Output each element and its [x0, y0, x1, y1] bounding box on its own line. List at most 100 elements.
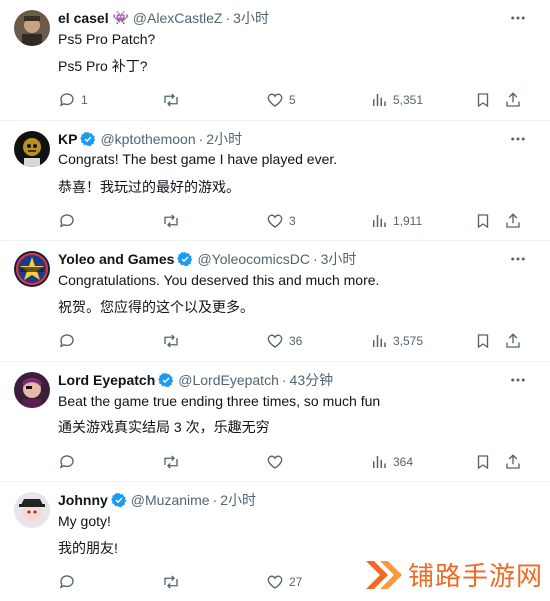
share-button[interactable] [504, 211, 522, 231]
view-count: 5,351 [393, 93, 424, 107]
more-options-icon[interactable] [508, 8, 528, 28]
verified-badge-icon [80, 131, 96, 147]
views-chart-icon [373, 94, 386, 106]
avatar[interactable] [14, 492, 50, 528]
share-button[interactable] [504, 331, 522, 351]
timestamp[interactable]: 43分钟 [290, 370, 334, 390]
like-button[interactable]: 3 [266, 211, 296, 231]
views-chart-icon [373, 335, 386, 347]
avatar[interactable] [14, 131, 50, 167]
reply-icon [59, 334, 74, 348]
views-button[interactable]: 5,351 [370, 90, 423, 110]
tweet-text-zh: 恭喜！我玩过的最好的游戏。 [58, 179, 240, 195]
bookmark-button[interactable] [474, 452, 492, 472]
reply-button[interactable]: 1 [58, 90, 88, 110]
separator: · [312, 251, 318, 267]
retweet-button[interactable] [162, 331, 180, 351]
tweet-actions: 3 1,911 [58, 211, 528, 231]
tweet-text-en: Congrats! The best game I have played ev… [58, 151, 338, 167]
tweet-text-zh: 通关游戏真实结局 3 次，乐趣无穷 [58, 419, 270, 435]
user-handle[interactable]: @AlexCastleZ [133, 10, 223, 26]
views-button[interactable]: 1,911 [370, 211, 422, 231]
tweet-text-zh: 我的朋友! [58, 540, 118, 556]
reply-count: 1 [81, 93, 88, 107]
reply-button[interactable] [58, 572, 81, 592]
views-button[interactable]: 364 [370, 452, 413, 472]
timestamp[interactable]: 3小时 [233, 8, 269, 28]
like-button[interactable] [266, 452, 289, 472]
retweet-button[interactable] [162, 211, 180, 231]
like-button[interactable]: 27 [266, 572, 302, 592]
separator: · [198, 131, 204, 147]
retweet-icon [164, 93, 178, 107]
retweet-button[interactable] [162, 452, 180, 472]
tweet-actions: 1 5 5,351 [58, 90, 528, 110]
views-button[interactable]: 3,575 [370, 331, 423, 351]
avatar[interactable] [14, 372, 50, 408]
user-handle[interactable]: @kptothemoon [100, 131, 195, 147]
reply-icon [59, 455, 74, 469]
reply-button[interactable] [58, 211, 81, 231]
heart-icon [267, 214, 283, 228]
like-count: 27 [289, 575, 303, 589]
share-icon [506, 213, 520, 228]
timestamp[interactable]: 3小时 [321, 249, 357, 269]
retweet-icon [164, 455, 178, 469]
heart-icon [267, 93, 283, 107]
user-handle[interactable]: @LordEyepatch [178, 372, 279, 388]
heart-icon [267, 575, 283, 589]
tweet-text-zh: 祝贺。您应得的这个以及更多。 [58, 299, 254, 315]
bookmark-button[interactable] [474, 331, 492, 351]
retweet-button[interactable] [162, 572, 180, 592]
reply-tweet[interactable]: Yoleo and Games @YoleocomicsDC · 3小时 Con… [0, 241, 550, 362]
display-name[interactable]: Johnny [58, 492, 108, 508]
share-button[interactable] [504, 452, 522, 472]
bookmark-icon [477, 93, 489, 108]
user-handle[interactable]: @Muzanime [131, 492, 210, 508]
tweet-text-en: My goty! [58, 513, 111, 529]
share-icon [506, 333, 520, 348]
bookmark-icon [477, 455, 489, 470]
share-icon [506, 92, 520, 107]
verified-badge-icon [158, 372, 174, 388]
watermark-logo-icon [366, 560, 402, 589]
tweet-text-en: Ps5 Pro Patch? [58, 31, 156, 47]
timestamp[interactable]: 2小时 [206, 129, 242, 149]
share-button[interactable] [504, 90, 522, 110]
more-options-icon[interactable] [508, 370, 528, 390]
reply-icon [59, 214, 74, 228]
avatar[interactable] [14, 251, 50, 287]
like-button[interactable]: 36 [266, 331, 302, 351]
bookmark-button[interactable] [474, 90, 492, 110]
avatar[interactable] [14, 10, 50, 46]
verified-badge-icon [177, 251, 193, 267]
reply-tweet[interactable]: KP @kptothemoon · 2小时 Congrats! The best… [0, 121, 550, 241]
like-count: 36 [289, 334, 303, 348]
reply-tweet[interactable]: el casel 👾 @AlexCastleZ · 3小时 Ps5 Pro Pa… [0, 0, 550, 121]
reply-tweet[interactable]: Lord Eyepatch @LordEyepatch · 43分钟 Beat … [0, 362, 550, 482]
more-options-icon[interactable] [508, 129, 528, 149]
view-count: 3,575 [393, 334, 424, 348]
like-count: 5 [289, 93, 296, 107]
like-button[interactable]: 5 [266, 90, 296, 110]
share-icon [506, 454, 520, 469]
emoji-badge: 👾 [112, 10, 129, 25]
display-name[interactable]: Lord Eyepatch [58, 372, 155, 388]
reply-icon [59, 93, 74, 107]
view-count: 1,911 [393, 214, 423, 228]
reply-button[interactable] [58, 331, 81, 351]
bookmark-icon [477, 214, 489, 229]
more-options-icon[interactable] [508, 249, 528, 269]
display-name[interactable]: Yoleo and Games [58, 251, 174, 267]
retweet-button[interactable] [162, 90, 180, 110]
user-handle[interactable]: @YoleocomicsDC [197, 251, 310, 267]
reply-icon [59, 575, 74, 589]
bookmark-button[interactable] [474, 211, 492, 231]
reply-button[interactable] [58, 452, 81, 472]
watermark: 铺路手游网 [362, 556, 543, 593]
display-name[interactable]: el casel [58, 10, 109, 26]
display-name[interactable]: KP [58, 131, 77, 147]
separator: · [281, 372, 287, 388]
heart-icon [267, 334, 283, 348]
timestamp[interactable]: 2小时 [220, 490, 256, 510]
